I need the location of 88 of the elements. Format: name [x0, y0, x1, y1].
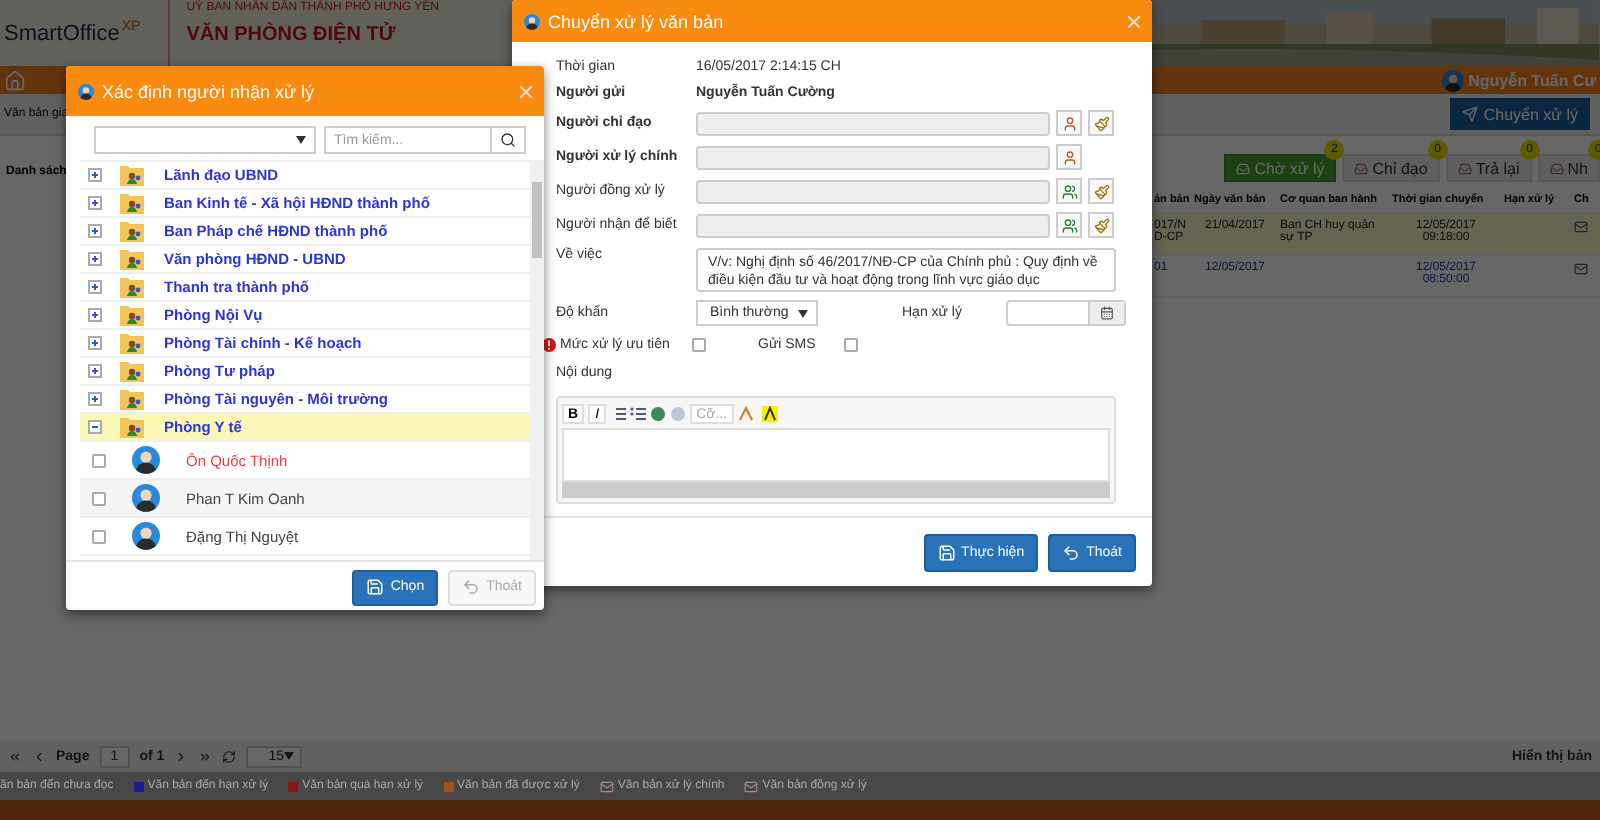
- people-button[interactable]: [1056, 178, 1082, 204]
- calendar-button[interactable]: [1087, 302, 1124, 324]
- caret-icon: [798, 309, 808, 317]
- date-field[interactable]: [1005, 300, 1126, 326]
- folder-people-icon: [120, 332, 144, 354]
- checkbox[interactable]: [843, 338, 858, 352]
- tab[interactable]: Trả lại: [1445, 154, 1532, 182]
- avatar-icon: [132, 446, 160, 474]
- expand-icon[interactable]: [88, 252, 102, 266]
- expand-icon[interactable]: [88, 224, 102, 238]
- caret-icon: [284, 752, 295, 760]
- person-button[interactable]: [1056, 110, 1082, 136]
- folder-people-icon: [120, 388, 144, 410]
- checkbox[interactable]: [692, 338, 706, 352]
- close-icon[interactable]: [1128, 15, 1140, 27]
- numbered-list-icon[interactable]: [610, 406, 627, 422]
- checkbox[interactable]: [92, 529, 106, 543]
- checkbox[interactable]: [92, 491, 106, 505]
- folder-people-icon: [120, 192, 144, 214]
- inbox-icon: [1457, 161, 1472, 175]
- avatar-icon: [132, 484, 160, 512]
- expand-icon[interactable]: [88, 392, 102, 406]
- expand-icon[interactable]: [88, 168, 102, 182]
- save-icon: [937, 543, 956, 561]
- folder-people-icon: [120, 164, 144, 186]
- folder-people-icon: [120, 360, 144, 382]
- inbox-icon: [1236, 161, 1251, 175]
- bullet-list-icon[interactable]: [630, 406, 647, 422]
- expand-icon[interactable]: [88, 336, 102, 350]
- inbox-icon: [1354, 161, 1369, 175]
- highlight-icon[interactable]: [761, 406, 782, 422]
- document-icon[interactable]: [1574, 220, 1588, 234]
- person-icon: [1061, 115, 1077, 131]
- dialog-title: Chuyển xử lý văn bản: [524, 11, 724, 31]
- dialog-title: Xác định người nhận xử lý: [78, 81, 315, 101]
- document-icon[interactable]: [1574, 262, 1588, 276]
- avatar-icon: [1442, 69, 1465, 91]
- clear-button[interactable]: [1088, 110, 1114, 136]
- folder-people-icon: [120, 276, 144, 298]
- transfer-button[interactable]: Chuyển xử lý: [1449, 98, 1590, 130]
- refresh-icon[interactable]: [222, 749, 237, 763]
- first-page-icon[interactable]: [8, 749, 22, 763]
- folder-people-icon: [120, 416, 144, 438]
- envelope-icon: [744, 779, 759, 793]
- tab[interactable]: Chỉ đạo: [1342, 154, 1440, 182]
- send-icon: [1461, 106, 1478, 122]
- input-field[interactable]: [696, 145, 1050, 169]
- envelope-icon: [599, 779, 614, 793]
- app-icon: [524, 13, 540, 29]
- clear-button[interactable]: [1088, 178, 1114, 204]
- previous-page-icon[interactable]: [32, 749, 46, 763]
- input-field[interactable]: [696, 213, 1050, 237]
- expand-icon[interactable]: [88, 308, 102, 322]
- person-icon: [1061, 149, 1077, 165]
- tab[interactable]: Nh: [1537, 154, 1600, 182]
- folder-people-icon: [120, 248, 144, 270]
- calendar-icon: [1099, 306, 1114, 320]
- people-button[interactable]: [1056, 212, 1082, 238]
- home-icon[interactable]: [4, 69, 26, 91]
- brush-icon: [1093, 217, 1109, 233]
- expand-icon[interactable]: [88, 196, 102, 210]
- avatar-icon: [132, 522, 160, 550]
- last-page-icon[interactable]: [198, 749, 213, 763]
- clear-button[interactable]: [1088, 212, 1114, 238]
- next-page-icon[interactable]: [174, 749, 189, 763]
- folder-people-icon: [120, 220, 144, 242]
- brush-icon: [1093, 115, 1109, 131]
- brush-icon: [1093, 183, 1109, 199]
- input-field[interactable]: [696, 179, 1050, 203]
- undo-icon: [462, 578, 481, 596]
- people-icon: [1061, 183, 1077, 199]
- checkbox[interactable]: [92, 453, 106, 467]
- collapse-icon[interactable]: [88, 420, 102, 434]
- app-icon: [78, 83, 94, 99]
- expand-icon[interactable]: [88, 280, 102, 294]
- inbox-icon: [1549, 161, 1564, 175]
- save-icon: [366, 578, 385, 596]
- people-icon: [1061, 217, 1077, 233]
- undo-icon: [1062, 543, 1081, 561]
- close-icon[interactable]: [520, 85, 532, 97]
- folder-people-icon: [120, 304, 144, 326]
- input-field[interactable]: [696, 111, 1050, 135]
- person-button[interactable]: [1056, 144, 1082, 170]
- department-select[interactable]: [94, 126, 316, 154]
- scrollbar[interactable]: [530, 162, 544, 560]
- banner-title: VĂN PHÒNG ĐIỆN TỬ: [186, 24, 396, 46]
- search-icon: [500, 132, 516, 148]
- expand-icon[interactable]: [88, 364, 102, 378]
